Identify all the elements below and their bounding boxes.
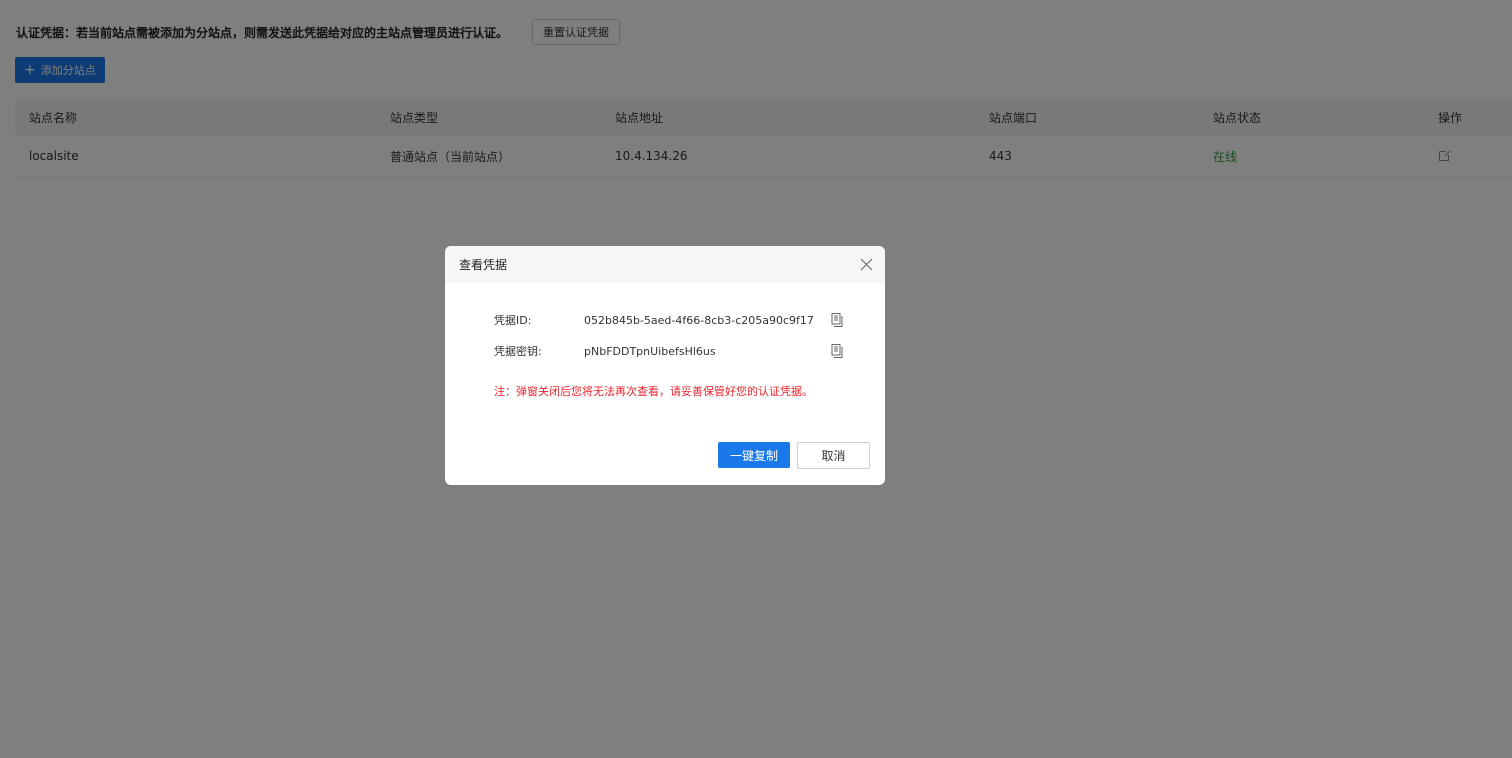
copy-icon[interactable]	[831, 344, 843, 358]
page: 认证凭据：若当前站点需被添加为分站点，则需发送此凭据给对应的主站点管理员进行认证…	[0, 0, 1512, 758]
warning-message: 注：弹窗关闭后您将无法再次查看，请妥善保管好您的认证凭据。	[494, 385, 813, 398]
dialog-title: 查看凭据	[459, 258, 508, 272]
credential-key-value: pNbFDDTpnUibefsHl6us	[584, 344, 716, 358]
credential-key-label: 凭据密钥:	[494, 345, 542, 358]
close-icon[interactable]	[860, 258, 873, 271]
view-credential-dialog: 查看凭据 凭据ID: 052b845b-5aed-4f66-8cb3-c205a…	[445, 246, 885, 485]
copy-icon[interactable]	[831, 313, 843, 327]
dialog-header: 查看凭据	[445, 246, 885, 283]
credential-id-value: 052b845b-5aed-4f66-8cb3-c205a90c9f17	[584, 313, 814, 327]
copy-all-button[interactable]: 一键复制	[718, 442, 790, 468]
cancel-button[interactable]: 取消	[797, 442, 870, 469]
credential-key-row: 凭据密钥: pNbFDDTpnUibefsHl6us	[494, 341, 854, 361]
credential-id-label: 凭据ID:	[494, 314, 532, 327]
credential-id-row: 凭据ID: 052b845b-5aed-4f66-8cb3-c205a90c9f…	[494, 310, 854, 330]
